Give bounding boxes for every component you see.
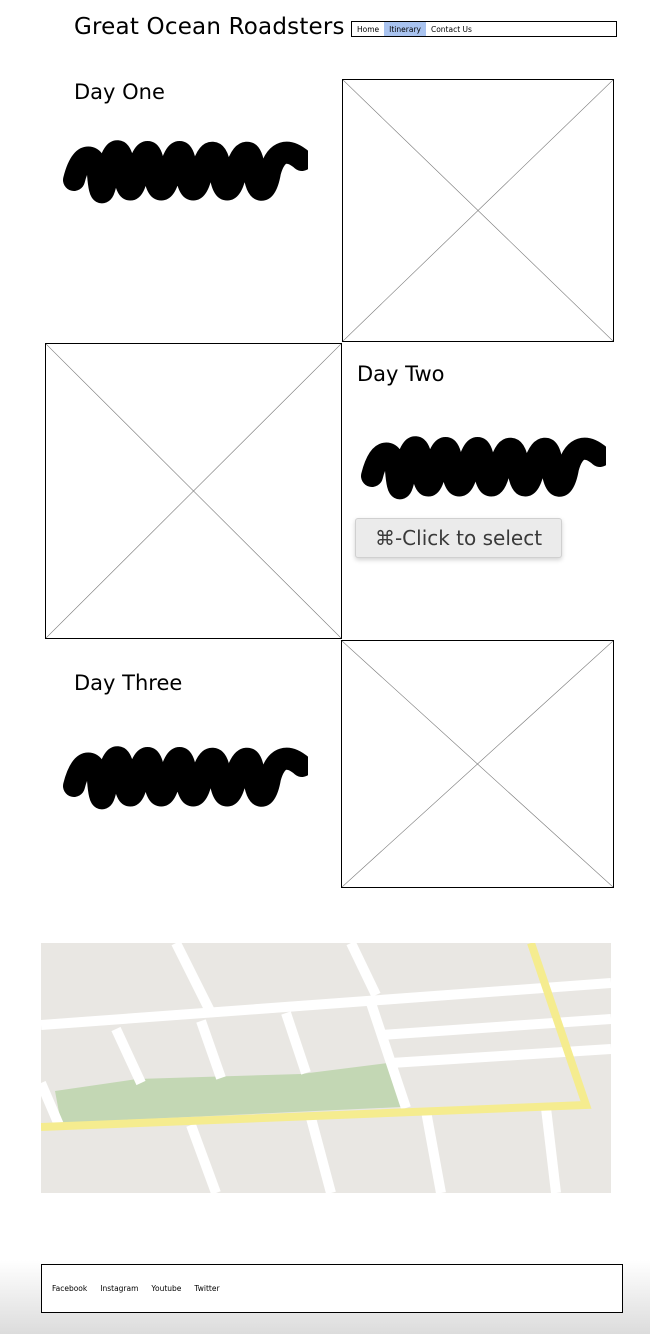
day-two-heading: Day Two (357, 362, 445, 386)
day-one-heading: Day One (74, 80, 165, 104)
footer-link-youtube[interactable]: Youtube (151, 1284, 181, 1293)
footer-link-facebook[interactable]: Facebook (52, 1284, 87, 1293)
image-placeholder (342, 79, 614, 342)
image-placeholder (45, 343, 342, 639)
map[interactable] (41, 943, 611, 1193)
footer-link-twitter[interactable]: Twitter (194, 1284, 219, 1293)
nav-contact[interactable]: Contact Us (426, 22, 477, 36)
scribble-text-placeholder (63, 140, 310, 212)
footer: Facebook Instagram Youtube Twitter (41, 1264, 623, 1313)
nav-home[interactable]: Home (352, 22, 384, 36)
scribble-text-placeholder (361, 436, 608, 508)
click-to-select-tooltip: ⌘-Click to select (355, 518, 562, 558)
image-placeholder (341, 640, 614, 888)
site-title: Great Ocean Roadsters (74, 14, 345, 40)
nav-bar: Home Itinerary Contact Us (351, 21, 617, 37)
footer-link-instagram[interactable]: Instagram (100, 1284, 138, 1293)
scribble-text-placeholder (63, 746, 310, 818)
nav-itinerary[interactable]: Itinerary (384, 22, 426, 36)
day-three-heading: Day Three (74, 671, 183, 695)
